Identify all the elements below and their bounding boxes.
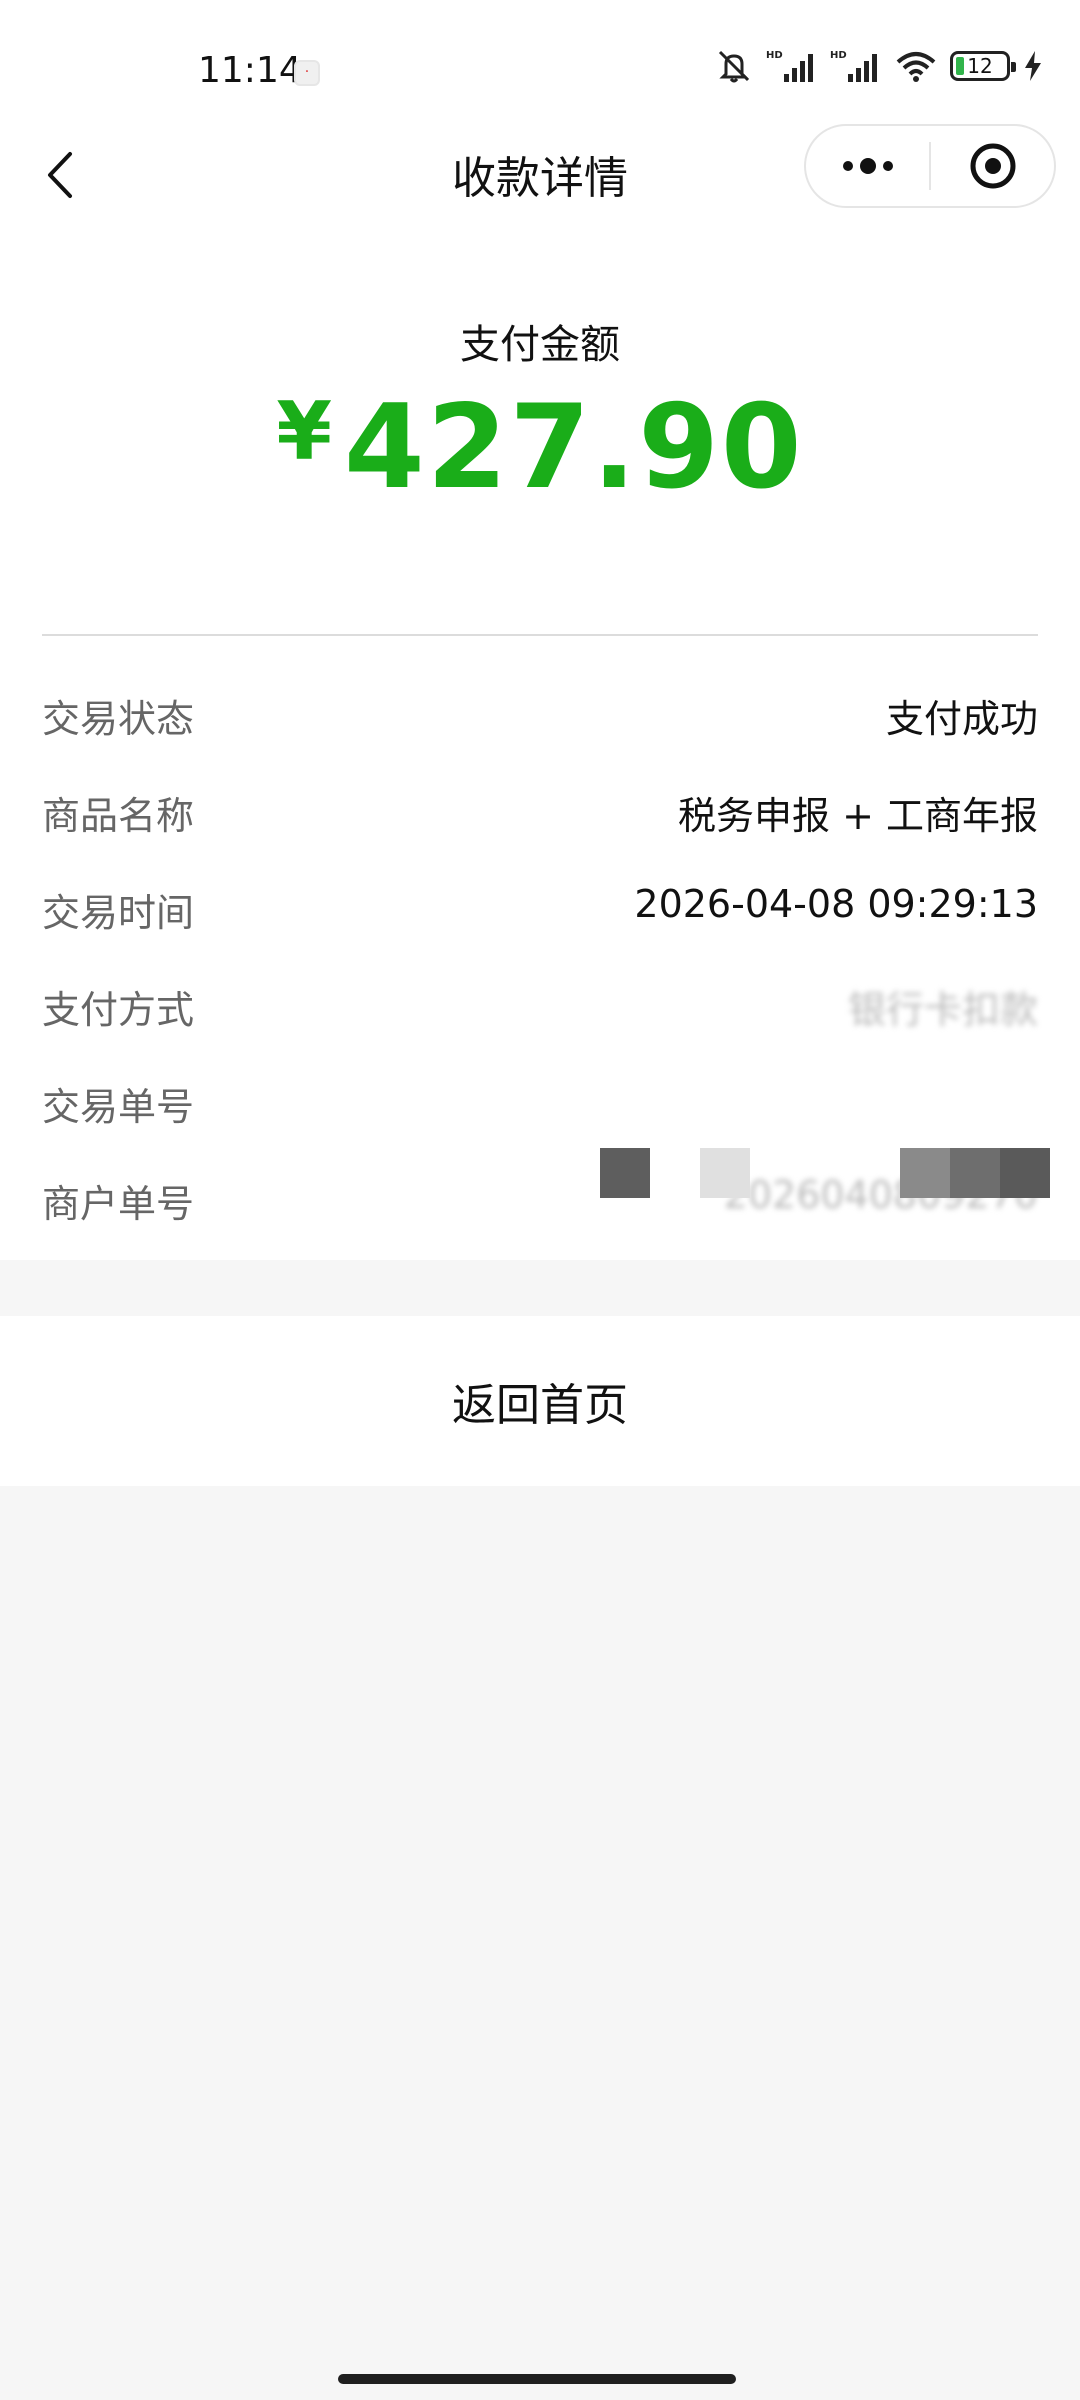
detail-value: 支付成功 [885, 697, 1038, 741]
mute-bell-icon [718, 50, 750, 83]
back-button[interactable] [40, 142, 100, 208]
detail-row-transaction-no: 交易单号 [42, 1058, 1038, 1155]
more-dots-icon [842, 158, 893, 174]
detail-label: 支付方式 [42, 988, 195, 1032]
status-bar: 11:14 · HD HD 12 [0, 0, 1080, 120]
charging-icon [1025, 51, 1041, 81]
detail-row-product: 商品名称 税务申报 + 工商年报 [42, 767, 1038, 864]
nav-bar: 收款详情 [0, 120, 1080, 230]
payment-detail-page: 11:14 · HD HD 12 收款详情 支付金额 ¥ 427.90 交易状态… [0, 0, 1080, 2400]
close-target-icon [970, 143, 1015, 189]
miniprogram-capsule [804, 124, 1056, 208]
detail-label: 商品名称 [42, 794, 195, 838]
payment-card: 支付金额 ¥427.90 交易状态 支付成功 商品名称 税务申报 + 工商年报 … [0, 230, 1080, 1260]
amount-value: 427.90 [344, 380, 804, 515]
detail-label: 交易时间 [42, 891, 195, 935]
notification-icon: · [294, 60, 320, 86]
currency-symbol: ¥ [276, 385, 333, 478]
detail-value: 2026-04-08 09:29:13 [634, 882, 1038, 926]
detail-label: 交易单号 [42, 1085, 195, 1129]
battery-level: 12 [967, 54, 993, 78]
payment-amount: ¥427.90 [0, 380, 1080, 515]
mosaic-block [600, 1148, 650, 1198]
redaction-mosaic [0, 1148, 1080, 1198]
back-arrow-icon [48, 152, 72, 198]
detail-row-method: 支付方式 银行卡扣款 [42, 961, 1038, 1058]
close-button[interactable] [931, 126, 1054, 206]
status-icons: HD HD 12 [714, 48, 1044, 84]
more-button[interactable] [806, 126, 929, 206]
home-indicator[interactable] [338, 2374, 736, 2384]
signal-hd-icon-2: HD [830, 50, 877, 82]
divider [42, 634, 1038, 636]
detail-row-status: 交易状态 支付成功 [42, 670, 1038, 767]
svg-text:HD: HD [830, 50, 847, 61]
mosaic-block [1000, 1148, 1050, 1198]
mosaic-block [950, 1148, 1000, 1198]
status-time: 11:14 [198, 50, 302, 91]
svg-text:HD: HD [766, 50, 783, 61]
wifi-icon [896, 52, 936, 82]
detail-value: 税务申报 + 工商年报 [678, 794, 1038, 838]
detail-value: 银行卡扣款 [847, 988, 1038, 1032]
mosaic-block [700, 1148, 750, 1198]
battery-icon: 12 [950, 51, 1016, 81]
signal-hd-icon: HD [766, 50, 813, 82]
detail-row-time: 交易时间 2026-04-08 09:29:13 [42, 864, 1038, 961]
return-home-button[interactable]: 返回首页 [0, 1316, 1080, 1486]
mosaic-block [900, 1148, 950, 1198]
detail-label: 交易状态 [42, 697, 195, 741]
amount-label: 支付金额 [460, 322, 620, 368]
